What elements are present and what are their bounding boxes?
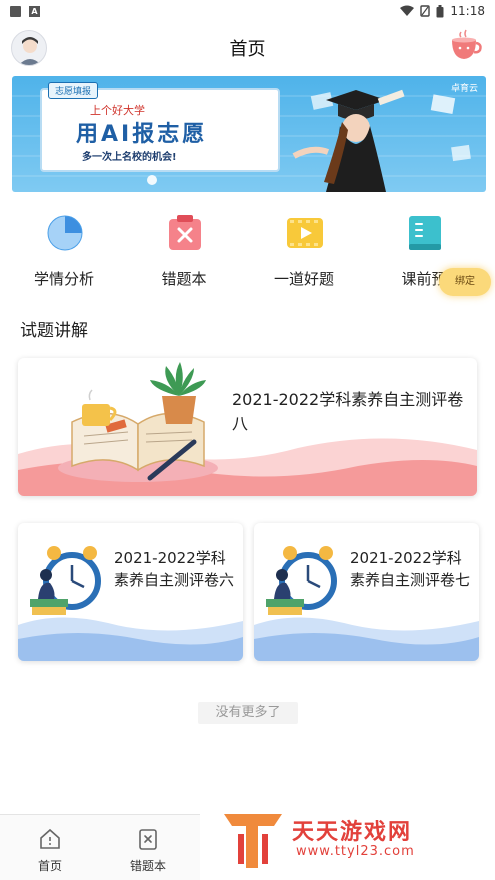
watermark-text: 天天游戏网: [292, 820, 413, 845]
page-title: 首页: [229, 39, 266, 60]
wifi-icon: [400, 5, 415, 16]
tea-cup-icon[interactable]: [447, 28, 483, 64]
nav-item-home[interactable]: 首页: [10, 815, 90, 880]
nav-label: 首页: [37, 859, 62, 873]
battery-icon: [436, 4, 444, 17]
feature-grid: 学情分析 错题本 一道好题 课前预 绑定: [0, 210, 495, 296]
watermark-url: www.ttyl23.com: [296, 844, 415, 859]
wrong-book-icon: [139, 829, 157, 850]
notification-square-icon: [10, 5, 21, 17]
nav-label: 错题本: [129, 859, 166, 873]
banner-tag: 志愿填报: [48, 82, 99, 99]
section-title: 试题讲解: [20, 321, 88, 341]
graduate-figure-icon: [292, 89, 405, 192]
feature-label: 一道好题: [273, 270, 334, 288]
no-more-indicator: 没有更多了: [198, 702, 298, 724]
top-header: 首页: [0, 26, 495, 70]
notification-a-icon: A: [29, 5, 40, 17]
banner-subline: 多一次上名校的机会!: [82, 152, 177, 163]
feature-study-analysis[interactable]: 学情分析: [14, 210, 114, 294]
exam-card-title: 2021-2022学科素养自主测评卷六: [114, 549, 235, 589]
bind-badge-button[interactable]: 绑定: [439, 268, 491, 296]
banner-headline: 用AI报志愿: [76, 122, 208, 147]
home-icon: [40, 828, 60, 849]
avatar[interactable]: [11, 30, 47, 66]
sim-icon: [420, 5, 431, 17]
status-bar: A 11:18: [0, 0, 495, 22]
exam-card-title: 2021-2022学科素养自主测评卷八: [232, 390, 464, 433]
feature-label: 错题本: [161, 270, 207, 288]
wrong-book-icon: [169, 215, 201, 250]
video-icon: [287, 218, 323, 248]
status-time: 11:18: [450, 4, 485, 18]
exam-card[interactable]: 2021-2022学科素养自主测评卷八: [18, 358, 477, 496]
open-book-plant-icon: [58, 362, 218, 482]
exam-card-title: 2021-2022学科素养自主测评卷七: [350, 549, 471, 589]
feature-good-question[interactable]: 一道好题: [254, 210, 354, 294]
watermark-logo-icon: [224, 814, 282, 868]
feature-label: 学情分析: [33, 270, 94, 288]
watermark: 天天游戏网 www.ttyl23.com: [200, 790, 495, 880]
book-icon: [409, 216, 441, 250]
clock-study-icon: [30, 546, 101, 615]
clock-study-icon: [266, 546, 337, 615]
user-avatar-icon: [18, 37, 42, 65]
nav-item-wrong-book[interactable]: 错题本: [108, 815, 188, 880]
exam-card[interactable]: 2021-2022学科素养自主测评卷六: [18, 523, 243, 661]
banner-brand: 卓育云: [450, 84, 478, 94]
exam-card[interactable]: 2021-2022学科素养自主测评卷七: [254, 523, 479, 661]
promo-banner[interactable]: 志愿填报 上个好大学 用AI报志愿 多一次上名校的机会! 卓育云: [12, 76, 486, 192]
pie-chart-icon: [47, 215, 83, 251]
feature-wrong-book[interactable]: 错题本: [134, 210, 234, 294]
